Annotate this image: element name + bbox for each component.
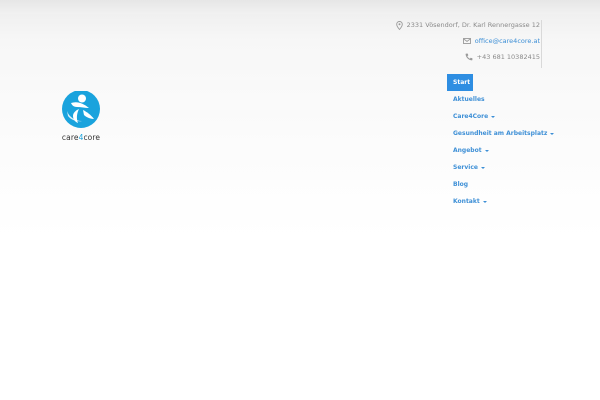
phone-row[interactable]: +43 681 10382415 (340, 50, 540, 64)
chevron-down-icon (491, 116, 496, 118)
nav-item-kontakt[interactable]: Kontakt (447, 193, 567, 210)
logo-text-core: core (83, 133, 101, 142)
nav-item-label: Start (453, 79, 471, 86)
phone-icon (465, 53, 474, 62)
chevron-down-icon (550, 133, 555, 135)
nav-item-label: Kontakt (453, 198, 480, 205)
mail-icon (463, 37, 472, 46)
map-pin-icon (395, 20, 404, 30)
logo-mark-icon (62, 91, 100, 128)
nav-item-gesundheit-am-arbeitsplatz[interactable]: Gesundheit am Arbeitsplatz (447, 125, 567, 142)
nav-item-start[interactable]: Start (447, 74, 473, 91)
nav-item-aktuelles[interactable]: Aktuelles (447, 91, 567, 108)
nav-item-service[interactable]: Service (447, 159, 567, 176)
logo-wordmark: care4core (53, 133, 109, 142)
nav-item-care4core[interactable]: Care4Core (447, 108, 567, 125)
nav-item-label: Gesundheit am Arbeitsplatz (453, 130, 548, 137)
chevron-down-icon (484, 150, 489, 152)
address-row: 2331 Vösendorf, Dr. Karl Rennergasse 12 (340, 18, 540, 32)
chevron-down-icon (480, 167, 485, 169)
logo-text-care: care (61, 133, 79, 142)
nav-item-blog[interactable]: Blog (447, 176, 567, 193)
contact-info: 2331 Vösendorf, Dr. Karl Rennergasse 12 … (340, 18, 540, 66)
nav-item-label: Angebot (453, 147, 482, 154)
care4core-logo[interactable]: care4core (53, 91, 109, 143)
top-bar (0, 0, 600, 14)
nav-item-label: Service (453, 164, 478, 171)
address-text: 2331 Vösendorf, Dr. Karl Rennergasse 12 (406, 21, 540, 29)
nav-item-label: Blog (453, 181, 469, 188)
main-navigation: Start Aktuelles Care4Core Gesundheit am … (447, 74, 567, 210)
nav-item-label: Care4Core (453, 113, 489, 120)
nav-item-label: Aktuelles (453, 96, 485, 103)
email-row[interactable]: office@care4core.at (340, 34, 540, 48)
email-link[interactable]: office@care4core.at (475, 37, 540, 45)
nav-item-angebot[interactable]: Angebot (447, 142, 567, 159)
header-divider (541, 20, 542, 68)
phone-text[interactable]: +43 681 10382415 (477, 53, 540, 61)
chevron-down-icon (482, 201, 487, 203)
